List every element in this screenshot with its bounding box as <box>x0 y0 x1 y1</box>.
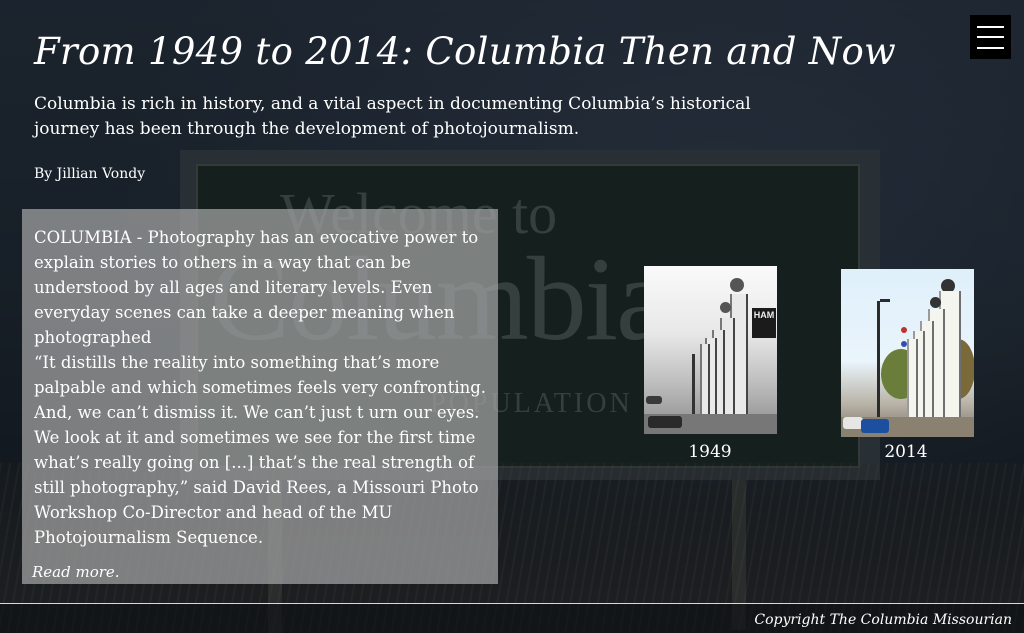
flag <box>901 327 907 333</box>
street-lamp <box>692 354 695 414</box>
hamburger-menu-icon <box>977 36 1004 38</box>
read-more-link[interactable]: Read more. <box>32 563 120 581</box>
hamburger-menu-icon <box>977 47 1004 49</box>
article-quote-paragraph: “It distills the reality into something … <box>34 353 487 547</box>
column-lamp <box>720 302 731 313</box>
car <box>843 417 863 429</box>
flag <box>901 341 907 347</box>
menu-button[interactable] <box>970 15 1011 59</box>
car <box>648 416 682 428</box>
column-lamp <box>730 278 744 292</box>
photo-caption-2014: 2014 <box>884 442 928 462</box>
column-lamp <box>930 297 941 308</box>
photo-caption-1949: 1949 <box>688 442 732 462</box>
copyright-notice: Copyright The Columbia Missourian <box>754 612 1012 628</box>
street-lamp-arm <box>880 299 890 302</box>
hamburger-menu-icon <box>977 26 1004 28</box>
ham-storefront-sign: HAM <box>752 308 776 338</box>
footer-divider <box>0 603 1024 604</box>
column <box>700 344 710 422</box>
car <box>861 419 889 433</box>
street-lamp <box>877 301 880 421</box>
article-paragraph: COLUMBIA - Photography has an evocative … <box>34 228 479 347</box>
column <box>907 339 918 425</box>
page-subtitle: Columbia is rich in history, and a vital… <box>34 94 751 139</box>
author-byline: By Jillian Vondy <box>34 166 146 182</box>
photo-1949[interactable]: HAM <box>644 266 777 434</box>
photo-2014[interactable] <box>841 269 974 437</box>
article-excerpt-panel: COLUMBIA - Photography has an evocative … <box>22 209 498 584</box>
page-title: From 1949 to 2014: Columbia Then and Now <box>34 30 897 73</box>
car <box>646 396 662 404</box>
